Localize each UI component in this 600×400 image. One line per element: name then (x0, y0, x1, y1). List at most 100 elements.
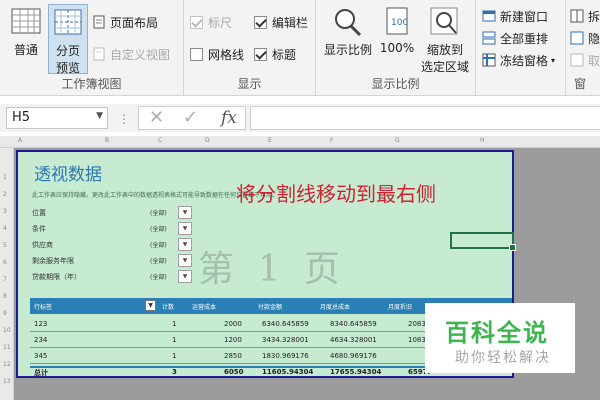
page-layout-label: 页面布局 (110, 15, 159, 30)
split-icon (570, 9, 584, 23)
gridlines-checkbox[interactable]: 网格线 (190, 44, 244, 64)
page-break-preview-label-2: 预览 (55, 61, 80, 75)
zoom-selection-label-2: 选定区域 (420, 60, 469, 74)
zoom-100-button[interactable]: 100 100% (378, 6, 416, 55)
cell: 2850 (224, 352, 242, 360)
page-break-preview-button[interactable]: 分页 预览 (48, 4, 88, 75)
row-header[interactable]: 12 (3, 361, 11, 368)
column-header[interactable]: C (158, 137, 162, 144)
cell: 1 (172, 352, 177, 360)
filter-value: (全部) (150, 258, 167, 265)
row-header[interactable]: 6 (3, 259, 7, 266)
window-group-label: 窗 (574, 77, 587, 91)
column-header[interactable]: A (18, 137, 22, 144)
cancel-icon[interactable]: ✕ (149, 107, 164, 129)
page-layout-icon (92, 15, 106, 29)
filter-dropdown-icon[interactable]: ▼ (178, 270, 192, 283)
name-box[interactable]: H5 ▼ (6, 107, 108, 129)
zoom-button[interactable]: 显示比例 (322, 6, 374, 58)
selected-cell[interactable] (450, 232, 516, 251)
filter-value: (全部) (150, 210, 167, 217)
row-filter-icon[interactable]: ▼ (145, 300, 156, 311)
filter-label: 条件 (32, 225, 46, 233)
header-monthly-depreciation: 月度折旧 (388, 304, 413, 311)
ruler-check-icon (190, 15, 203, 29)
svg-text:100: 100 (391, 18, 408, 28)
column-header[interactable]: D (205, 137, 210, 144)
row-header[interactable]: 1 (3, 174, 7, 181)
zoom-group-label: 显示比例 (371, 77, 420, 91)
row-header[interactable]: 9 (3, 310, 7, 317)
filter-dropdown-icon[interactable]: ▼ (178, 254, 192, 267)
name-box-dropdown-icon[interactable]: ▼ (96, 111, 103, 121)
headings-checkbox[interactable]: 标题 (254, 44, 296, 64)
row-header[interactable]: 2 (3, 191, 7, 198)
headings-check-icon (254, 47, 267, 61)
logo-subtitle: 助你轻松解决 (455, 350, 551, 366)
site-logo: 百科全说 助你轻松解决 (425, 303, 575, 373)
row-header[interactable]: 4 (3, 225, 7, 232)
unhide-icon (570, 53, 584, 67)
row-header[interactable]: 8 (3, 293, 7, 300)
filter-dropdown-icon[interactable]: ▼ (178, 222, 192, 235)
filter-label: 剩余服务年限 (32, 257, 74, 265)
ruler-checkbox[interactable]: 标尺 (190, 12, 232, 32)
filter-label: 位置 (32, 209, 46, 217)
custom-views-button[interactable]: 自定义视图 (92, 44, 170, 64)
workbook-views-group-label: 工作簿视图 (61, 77, 122, 91)
filter-dropdown-icon[interactable]: ▼ (178, 238, 192, 251)
new-window-button[interactable]: 新建窗口 (482, 6, 548, 26)
row-header[interactable]: 7 (3, 276, 7, 283)
normal-view-icon (10, 6, 42, 38)
cell: 4680.969176 (330, 352, 377, 360)
column-header[interactable]: B (105, 137, 109, 144)
filter-label: 贷款期限（年） (32, 273, 81, 281)
column-header[interactable]: F (330, 137, 333, 144)
new-window-icon (482, 9, 496, 23)
new-window-label: 新建窗口 (500, 9, 549, 24)
formula-bar-check-icon (254, 15, 267, 29)
filter-dropdown-icon[interactable]: ▼ (178, 206, 192, 219)
freeze-panes-button[interactable]: 冻结窗格 ▾ (482, 50, 555, 70)
zoom-to-selection-button[interactable]: 缩放到 选定区域 (418, 6, 472, 75)
row-header[interactable]: 5 (3, 242, 7, 249)
split-button[interactable]: 拆 (570, 6, 600, 26)
hide-button[interactable]: 隐 (570, 28, 600, 48)
column-header[interactable]: H (480, 137, 485, 144)
cell: 2000 (224, 320, 242, 328)
show-group-label: 显示 (237, 77, 262, 91)
filter-row: 供应商 (全部) ▼ (32, 238, 192, 252)
column-header[interactable]: G (395, 137, 400, 144)
freeze-panes-icon (482, 53, 496, 67)
hide-label: 隐 (588, 31, 600, 46)
freeze-panes-chevron-icon: ▾ (551, 55, 556, 65)
unhide-button[interactable]: 取 (570, 50, 600, 70)
cell: 4634.328001 (330, 336, 377, 344)
formula-bar-checkbox[interactable]: 编辑栏 (254, 12, 308, 32)
page-layout-button[interactable]: 页面布局 (92, 12, 158, 32)
window-group-overflow: 拆 隐 取 窗 (566, 0, 600, 96)
cell: 345 (34, 352, 48, 360)
row-header[interactable]: 3 (3, 208, 7, 215)
filter-value: (全部) (150, 242, 167, 249)
row-header[interactable]: 10 (3, 327, 11, 334)
formula-input[interactable] (250, 106, 600, 130)
row-header[interactable]: 11 (3, 344, 11, 351)
insert-function-button[interactable]: fx (221, 108, 237, 128)
normal-view-button[interactable]: 普通 (6, 6, 46, 58)
cell: 3 (172, 368, 177, 376)
headings-label: 标题 (272, 47, 297, 62)
filter-row: 贷款期限（年） (全部) ▼ (32, 270, 192, 284)
formula-buttons: ✕ ✓ fx (138, 106, 246, 130)
filter-row: 条件 (全部) ▼ (32, 222, 192, 236)
cell: 3434.328001 (262, 336, 309, 344)
filter-label: 供应商 (32, 241, 53, 249)
window-group: 新建窗口 全部重排 冻结窗格 ▾ (476, 0, 566, 96)
row-header[interactable]: 13 (3, 378, 11, 385)
cell: 1830.969176 (262, 352, 309, 360)
enter-icon[interactable]: ✓ (183, 107, 198, 129)
arrange-all-button[interactable]: 全部重排 (482, 28, 548, 48)
cell: 17655.94304 (330, 368, 382, 376)
column-header[interactable]: E (268, 137, 272, 144)
cell: 总计 (34, 369, 48, 377)
